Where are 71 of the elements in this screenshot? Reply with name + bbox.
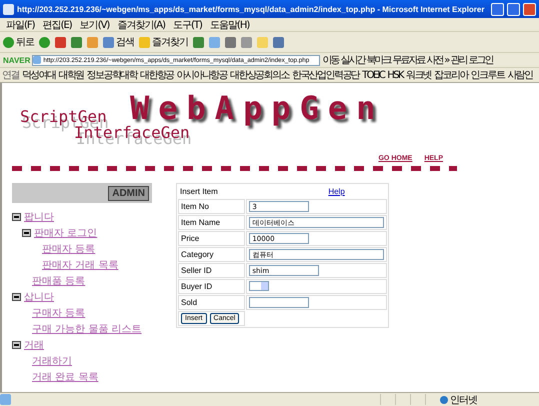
collapse-icon[interactable]	[12, 293, 21, 301]
window-title: http://203.252.219.236/~webgen/ms_apps/ds_market/forms_mysql/data_admin2/index_top.php - Microsoft Internet Explorer	[17, 4, 486, 14]
toolbar-link[interactable]: 북마크	[366, 53, 390, 67]
favorite-link[interactable]: 한국산업인력공단	[292, 68, 360, 82]
favorite-link[interactable]: 대한항공	[140, 68, 174, 82]
back-button[interactable]: 뒤로	[3, 35, 34, 49]
menu-item[interactable]: 보기(V)	[80, 18, 110, 32]
form-title: Insert Item	[179, 186, 219, 198]
page-icon	[33, 56, 42, 64]
favorite-link[interactable]: 워크넷	[406, 68, 432, 82]
minimize-button[interactable]	[491, 2, 504, 16]
tree-link[interactable]: 거래	[24, 338, 44, 352]
field-label: Category	[178, 247, 246, 262]
caret-icon	[261, 282, 268, 290]
tree-link[interactable]: 팝니다	[24, 210, 54, 224]
favorites-button[interactable]: 즐겨찾기	[139, 35, 188, 49]
tree-link[interactable]: 구매자 등록	[32, 306, 86, 320]
menu-item[interactable]: 도움말(H)	[210, 18, 250, 32]
field-label: Item No	[178, 199, 246, 214]
collapse-icon[interactable]	[12, 213, 21, 221]
tree-link[interactable]: 판매품 등록	[32, 274, 86, 288]
menu-item[interactable]: 편집(E)	[42, 18, 72, 32]
logo-subtitle: ScriptGen	[20, 109, 107, 125]
page-icon	[0, 394, 11, 405]
toolbar-link[interactable]: 무료자료	[392, 53, 424, 67]
admin-badge: ADMIN	[108, 186, 149, 200]
field-label: Price	[178, 231, 246, 246]
favorite-link[interactable]: 대학원	[58, 68, 84, 82]
favorite-link[interactable]: TOEIC	[362, 70, 384, 80]
buyer-select[interactable]	[249, 281, 270, 291]
help-link[interactable]: Help	[328, 187, 345, 196]
tree-link[interactable]: 구매 가능한 물품 리스트	[32, 322, 142, 336]
collapse-icon[interactable]	[22, 229, 31, 237]
search-button[interactable]: 검색	[103, 35, 134, 49]
tree-link[interactable]: 거래하기	[32, 354, 72, 368]
favorite-link[interactable]: 사람인	[507, 68, 533, 82]
globe-icon	[440, 396, 448, 404]
favorite-link[interactable]: 잡코리아	[434, 68, 468, 82]
links-label: 연결	[2, 69, 19, 82]
toolbar-link[interactable]: 실시간	[340, 53, 364, 67]
menu-item[interactable]: 파일(F)	[6, 18, 35, 32]
favorite-link[interactable]: 정보공학대학	[86, 68, 138, 82]
more-button[interactable]: »	[444, 54, 448, 66]
tree-link[interactable]: 판매자 등록	[42, 242, 96, 256]
close-button[interactable]	[523, 2, 536, 16]
tree-link[interactable]: 판매자 거래 목록	[42, 258, 118, 272]
toolbar-link[interactable]: 사전	[426, 53, 442, 67]
field-label: Sold	[178, 295, 246, 310]
input-field[interactable]	[249, 297, 310, 308]
page-icon	[3, 4, 14, 14]
tree-link[interactable]: 판매자 로그인	[34, 226, 98, 240]
toolbar-link[interactable]: 로그인	[468, 53, 492, 67]
menu-item[interactable]: 즐겨찾기(A)	[117, 18, 165, 32]
field-label: Buyer ID	[178, 279, 246, 294]
tree-link[interactable]: 거래 완료 목록	[32, 370, 98, 384]
favorite-link[interactable]: 덕성여대	[22, 68, 56, 82]
brand-logo: NAVER	[3, 56, 30, 64]
tree-link[interactable]: 삽니다	[24, 290, 54, 304]
favorite-link[interactable]: HSK	[387, 70, 403, 80]
field-label: Seller ID	[178, 263, 246, 278]
favorite-link[interactable]: 대한상공회의소	[230, 68, 289, 82]
zone-label: 인터넷	[450, 394, 477, 406]
maximize-button[interactable]	[507, 2, 520, 16]
go-button[interactable]: 이동	[322, 53, 338, 67]
field-label: Item Name	[178, 215, 246, 230]
favorite-link[interactable]: 인크루트	[470, 68, 504, 82]
logo-subtitle: InterfaceGen	[74, 125, 190, 141]
favorite-link[interactable]: 아시아나항공	[176, 68, 228, 82]
menu-item[interactable]: 도구(T)	[173, 18, 202, 32]
collapse-icon[interactable]	[12, 341, 21, 349]
toolbar-link[interactable]: 관리	[450, 53, 466, 67]
